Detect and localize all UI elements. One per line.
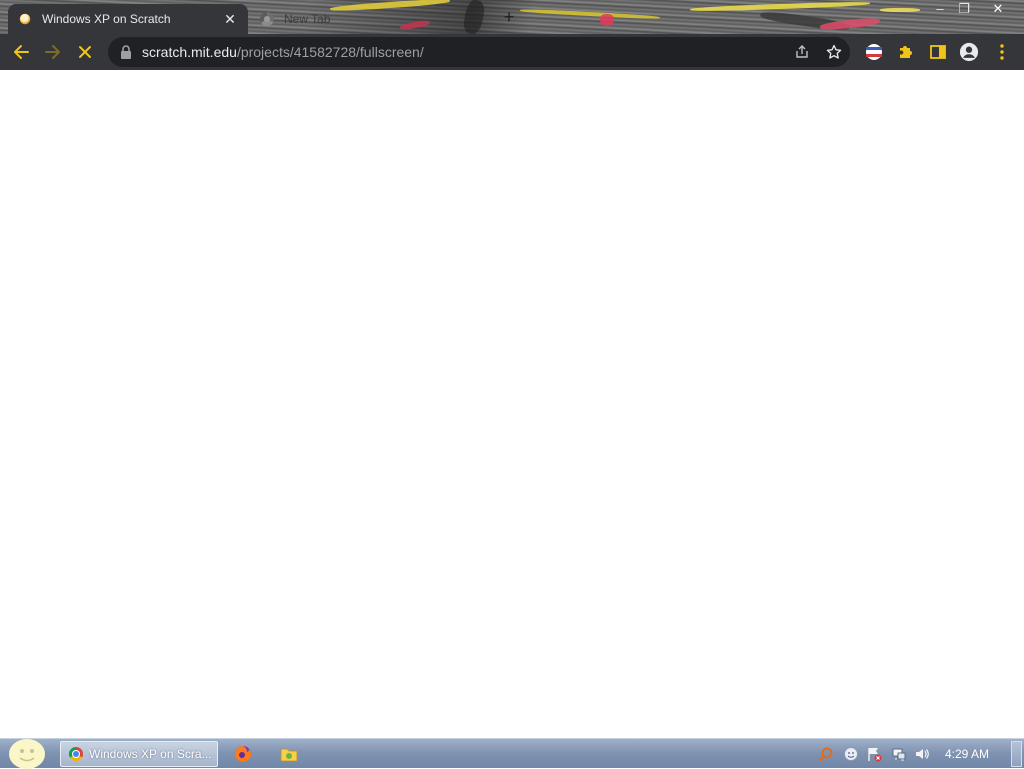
tab-close-icon[interactable]: ✕ [222, 11, 238, 28]
chrome-favicon-icon [260, 12, 274, 26]
url-path: /projects/41582728/fullscreen/ [236, 44, 424, 60]
profile-icon [959, 42, 979, 62]
stop-loading-icon [79, 46, 91, 58]
tray-smiley-icon[interactable] [843, 746, 859, 762]
puzzle-icon [900, 46, 912, 58]
browser-menu-button[interactable] [992, 42, 1012, 62]
page-viewport[interactable] [0, 70, 1024, 738]
titlebar-decoration [689, 0, 871, 13]
window-maximize-button[interactable]: ❐ [952, 0, 976, 18]
start-button[interactable] [6, 739, 48, 769]
side-panel-button[interactable] [928, 42, 948, 62]
lock-icon [121, 45, 131, 59]
tab-title: Windows XP on Scratch [42, 12, 171, 26]
window-minimize-button[interactable]: – [928, 0, 952, 18]
tray-network-icon[interactable] [891, 746, 907, 762]
tab-new-tab[interactable]: New Tab [250, 4, 482, 34]
tray-action-center-flag-icon[interactable] [866, 746, 882, 762]
kebab-menu-icon [1000, 44, 1004, 60]
show-desktop-button[interactable] [1011, 741, 1022, 767]
file-explorer-icon[interactable] [280, 745, 298, 763]
share-icon[interactable] [794, 44, 810, 60]
arrow-left-icon [14, 45, 29, 59]
titlebar-decoration [519, 8, 661, 20]
tray-volume-icon[interactable] [914, 746, 930, 762]
new-tab-button[interactable]: + [500, 8, 518, 26]
browser-toolbar: scratch.mit.edu/projects/41582728/fullsc… [0, 34, 1024, 70]
extension-flag-icon[interactable] [864, 42, 884, 62]
side-panel-icon [930, 45, 946, 59]
address-bar[interactable]: scratch.mit.edu/projects/41582728/fullsc… [108, 37, 850, 67]
url-host: scratch.mit.edu [142, 44, 237, 60]
taskbar-chrome-window-button[interactable]: Windows XP on Scra... [60, 741, 218, 767]
forward-button[interactable] [41, 40, 65, 64]
tab-windows-xp-on-scratch[interactable]: Windows XP on Scratch ✕ [8, 4, 248, 34]
flag-circle-icon [866, 44, 882, 60]
titlebar-decoration [600, 14, 614, 26]
window-close-button[interactable]: ✕ [986, 0, 1010, 18]
bookmark-star-icon[interactable] [826, 44, 842, 60]
tab-title: New Tab [284, 12, 331, 26]
taskbar-clock[interactable]: 4:29 AM [945, 747, 989, 761]
profile-button[interactable] [959, 42, 979, 62]
firefox-icon[interactable] [234, 745, 252, 763]
taskbar-window-label: Windows XP on Scra... [89, 747, 212, 761]
arrow-right-icon [45, 45, 60, 59]
tray-search-icon[interactable] [818, 746, 834, 762]
start-orb-icon [9, 739, 45, 769]
back-button[interactable] [9, 40, 33, 64]
titlebar-decoration [880, 8, 920, 12]
scratch-favicon-icon [19, 13, 31, 25]
browser-titlebar: Windows XP on Scratch ✕ New Tab + – ❐ ✕ [0, 0, 1024, 34]
chrome-icon [69, 747, 83, 761]
os-taskbar: Windows XP on Scra... 4:29 AM [0, 738, 1024, 769]
extensions-button[interactable] [896, 42, 916, 62]
stop-loading-button[interactable] [73, 40, 97, 64]
